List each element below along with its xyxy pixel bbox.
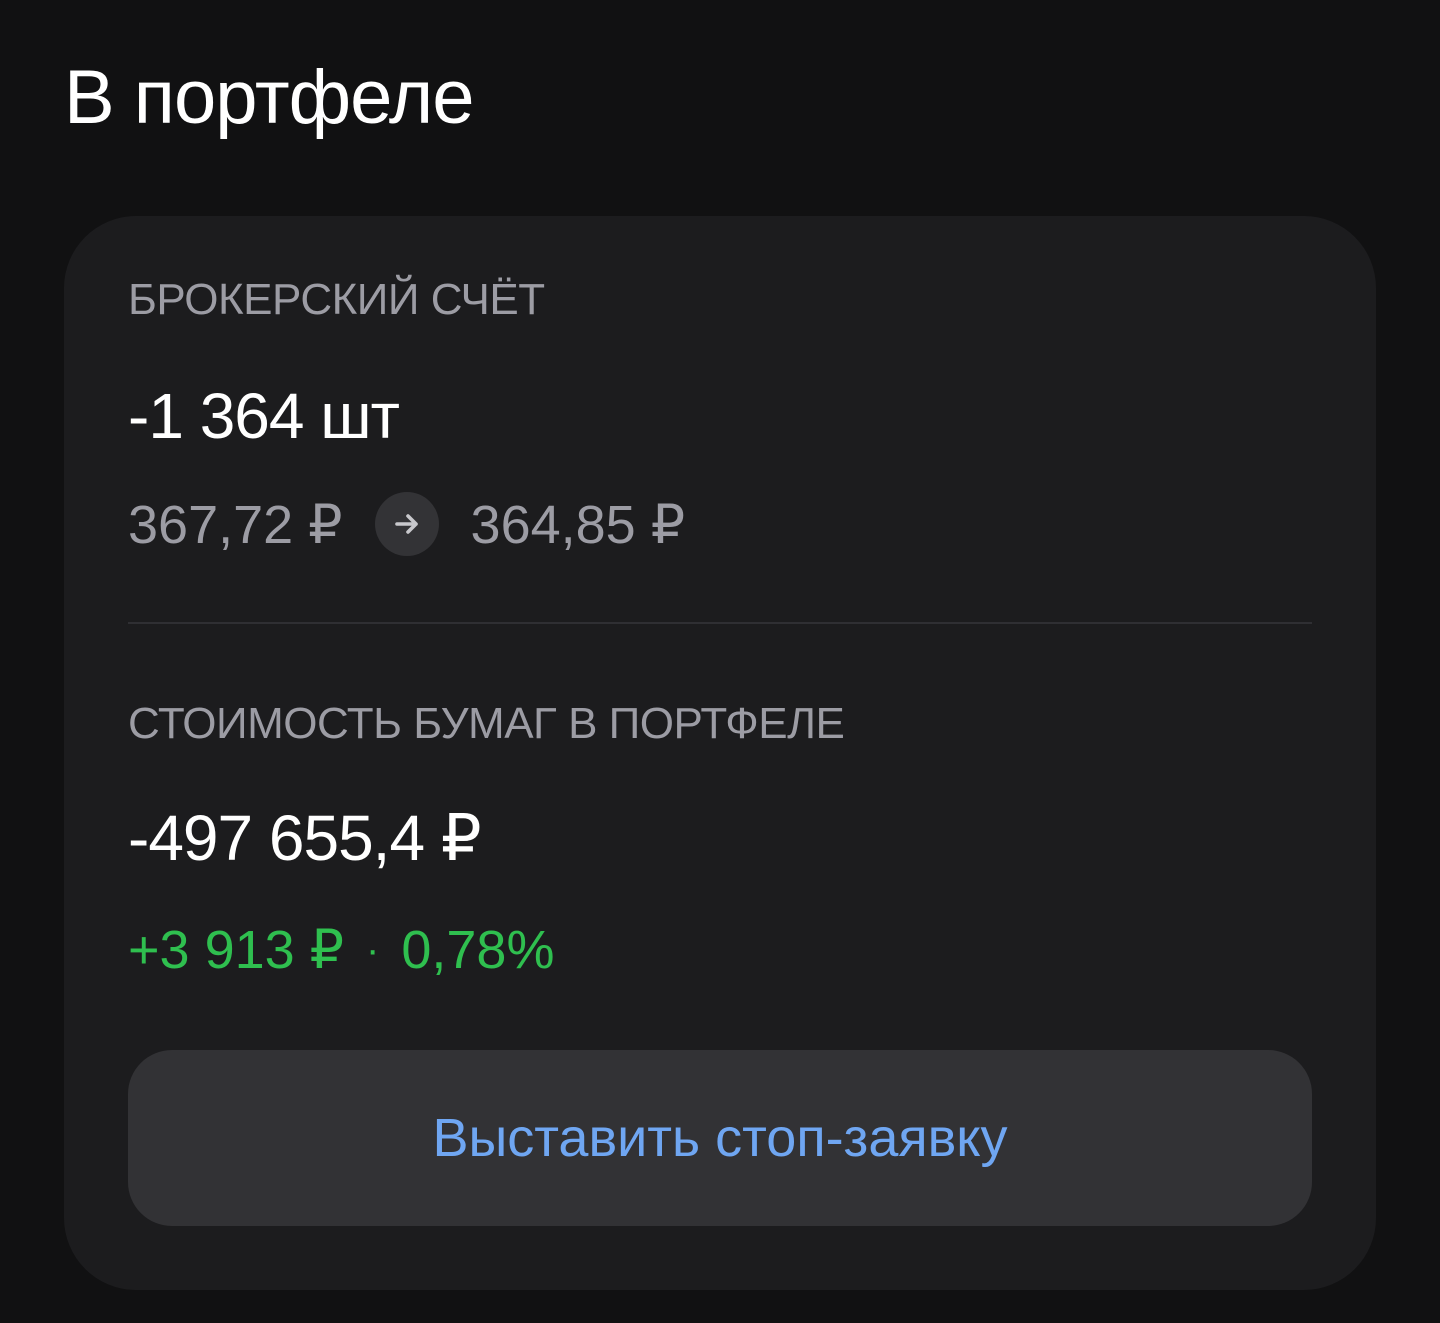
portfolio-value-label: СТОИМОСТЬ БУМАГ В ПОРТФЕЛЕ [128,699,845,748]
arrow-right-icon [374,492,439,556]
stop-order-button[interactable]: Выставить стоп-заявку [128,1050,1312,1226]
current-price: 364,85 ₽ [470,494,686,555]
portfolio-value: -497 655,4 ₽ [128,802,482,874]
portfolio-change-row: +3 913 ₽ · 0,78% [128,910,554,990]
price-change-row: 367,72 ₽ 364,85 ₽ [128,484,685,564]
portfolio-card: БРОКЕРСКИЙ СЧЁТ -1 364 шт 367,72 ₽ 364,8… [64,216,1376,1290]
broker-account-label: БРОКЕРСКИЙ СЧЁТ [128,275,545,324]
average-price: 367,72 ₽ [128,494,343,555]
separator-dot: · [366,928,380,972]
change-percent: 0,78% [401,920,555,980]
page-title: В портфеле [64,55,475,140]
position-quantity: -1 364 шт [128,380,400,452]
change-amount: +3 913 ₽ [128,920,345,980]
divider [128,622,1312,624]
